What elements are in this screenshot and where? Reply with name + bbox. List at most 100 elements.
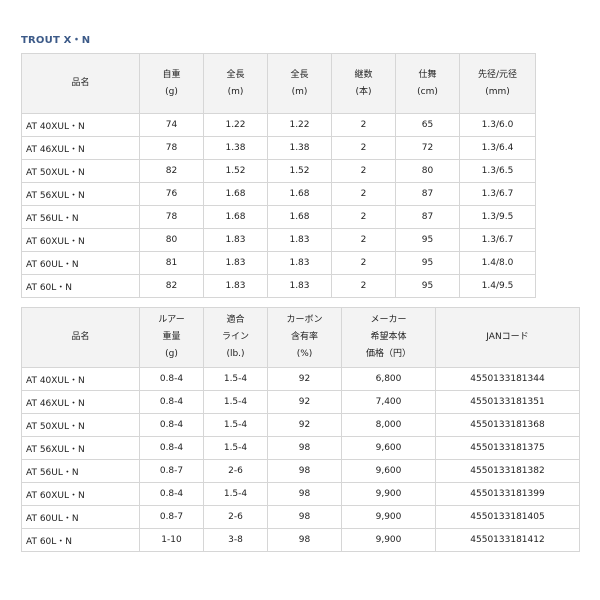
table-cell: 92 [267,367,342,391]
model-name-cell: AT 50XUL・N [21,159,140,183]
table-header-row: 品名 自重 (g) 全長 (m) 全長 (m) 継数 (本) 仕舞 (cm) 先径/元径 (mm) [21,53,536,114]
table-cell: 1.3/6.0 [459,113,536,137]
column-header-line: (m) [227,86,244,97]
column-header-line: 品名 [71,332,90,342]
column-header-line: 希望本体 [370,332,407,342]
table-cell: 1.38 [203,136,268,160]
column-header-line: 全長 [226,69,245,80]
column-header-line: (lb.) [226,349,245,359]
column-header-line: 適合 [226,315,245,325]
table-cell: 80 [395,159,460,183]
table-cell: 98 [267,528,342,552]
table-cell: 80 [139,228,204,252]
table-cell: 1.83 [267,251,332,275]
table-cell: 2-6 [203,459,268,483]
model-name-cell: AT 60L・N [21,274,140,298]
table-cell: 81 [139,251,204,275]
table-cell: 0.8-4 [139,390,204,414]
table-cell: 1.4/9.5 [459,274,536,298]
table-cell: 1.22 [267,113,332,137]
table-cell: 9,600 [341,436,436,460]
table-row: AT 60L・N 1-10 3-8 98 9,900 4550133181412 [21,528,580,552]
table-cell: 2 [331,228,396,252]
table-cell: 87 [395,205,460,229]
table-cell: 0.8-4 [139,413,204,437]
model-name-cell: AT 50XUL・N [21,413,140,437]
column-header-line: 価格（円） [365,349,411,359]
table-row: AT 56XUL・N 0.8-4 1.5-4 98 9,600 4550133181375 [21,436,580,460]
table-cell: 2 [331,274,396,298]
table-cell: 1.22 [203,113,268,137]
table-cell: 82 [139,159,204,183]
table-cell: 3-8 [203,528,268,552]
table-cell: 0.8-7 [139,459,204,483]
column-header-line: (g) [165,349,178,359]
table-row: AT 56UL・N 78 1.68 1.68 2 87 1.3/9.5 [21,205,536,229]
column-header: 自重 (g) [139,53,204,114]
table-row: AT 60L・N 82 1.83 1.83 2 95 1.4/9.5 [21,274,536,298]
table-cell: 2-6 [203,505,268,529]
table-cell: 65 [395,113,460,137]
table-cell: 87 [395,182,460,206]
table-cell: 1.3/9.5 [459,205,536,229]
column-header-line: (mm) [485,86,510,97]
table-cell: 0.8-4 [139,367,204,391]
table-cell: 98 [267,505,342,529]
table-cell: 1.5-4 [203,436,268,460]
table-cell: 1.83 [203,228,268,252]
table-cell: 9,600 [341,459,436,483]
column-header: JANコード [435,307,580,368]
model-name-cell: AT 56XUL・N [21,436,140,460]
table-cell: 98 [267,459,342,483]
table-cell: 82 [139,274,204,298]
table-cell: 1-10 [139,528,204,552]
column-header-line: カーボン [286,315,323,325]
table-cell: 95 [395,274,460,298]
model-name-cell: AT 56UL・N [21,459,140,483]
model-name-cell: AT 56UL・N [21,205,140,229]
table-cell: 4550133181368 [435,413,580,437]
column-header-line: 自重 [162,69,181,80]
table-cell: 95 [395,251,460,275]
table-cell: 7,400 [341,390,436,414]
table-cell: 4550133181375 [435,436,580,460]
table-cell: 1.3/6.4 [459,136,536,160]
table-cell: 4550133181412 [435,528,580,552]
table-row: AT 46XUL・N 78 1.38 1.38 2 72 1.3/6.4 [21,136,536,160]
model-name-cell: AT 60UL・N [21,251,140,275]
table-cell: 1.4/8.0 [459,251,536,275]
table-cell: 1.83 [267,274,332,298]
table-cell: 2 [331,136,396,160]
model-name-cell: AT 46XUL・N [21,390,140,414]
table-cell: 92 [267,413,342,437]
table-row: AT 50XUL・N 82 1.52 1.52 2 80 1.3/6.5 [21,159,536,183]
table-cell: 1.68 [203,205,268,229]
column-header-line: 全長 [290,69,309,80]
column-header-line: 重量 [162,332,181,342]
column-header: ルアー 重量 (g) [139,307,204,368]
table-cell: 4550133181399 [435,482,580,506]
table-cell: 2 [331,251,396,275]
table-cell: 1.38 [267,136,332,160]
table-cell: 4550133181344 [435,367,580,391]
table-row: AT 60XUL・N 80 1.83 1.83 2 95 1.3/6.7 [21,228,536,252]
column-header: 継数 (本) [331,53,396,114]
table-cell: 1.3/6.7 [459,228,536,252]
table-cell: 1.68 [203,182,268,206]
table-cell: 98 [267,436,342,460]
table-row: AT 60XUL・N 0.8-4 1.5-4 98 9,900 4550133181399 [21,482,580,506]
column-header: 適合 ライン (lb.) [203,307,268,368]
column-header-line: メーカー [370,315,407,325]
table-cell: 1.5-4 [203,367,268,391]
column-header-line: 継数 [354,69,373,80]
table-cell: 76 [139,182,204,206]
table-cell: 1.5-4 [203,482,268,506]
table-cell: 0.8-7 [139,505,204,529]
table-cell: 95 [395,228,460,252]
table-row: AT 40XUL・N 0.8-4 1.5-4 92 6,800 4550133181344 [21,367,580,391]
model-name-cell: AT 60L・N [21,528,140,552]
model-name-cell: AT 60XUL・N [21,482,140,506]
table-row: AT 50XUL・N 0.8-4 1.5-4 92 8,000 4550133181368 [21,413,580,437]
column-header-line: 先径/元径 [477,69,518,80]
column-header-line: 品名 [71,78,90,88]
